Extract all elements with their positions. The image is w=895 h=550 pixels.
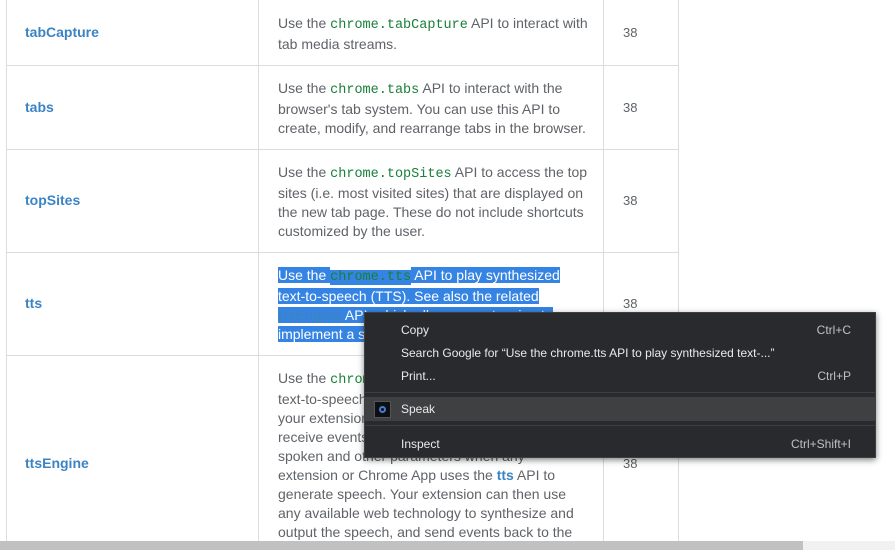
- menu-item-label: Copy: [401, 323, 430, 337]
- menu-separator: [365, 425, 875, 426]
- api-description: Use the chrome.tabs API to interact with…: [278, 80, 586, 136]
- menu-item-label: Speak: [401, 402, 436, 416]
- row-divider: [6, 252, 678, 253]
- menu-item-shortcut: Ctrl+Shift+I: [790, 437, 851, 451]
- api-description: Use the chrome.topSites API to access th…: [278, 164, 588, 239]
- horizontal-scrollbar[interactable]: [0, 541, 895, 550]
- api-version: 38: [623, 100, 638, 115]
- row-divider: [6, 149, 678, 150]
- ttsEngine-link[interactable]: ttsEngine: [278, 307, 342, 323]
- api-version: 38: [623, 193, 638, 208]
- api-version: 38: [623, 456, 638, 471]
- menu-item-label: Print...: [401, 369, 436, 383]
- menu-item-label: Inspect: [401, 437, 440, 451]
- menu-item-speak[interactable]: Speak: [365, 397, 875, 421]
- api-name-link[interactable]: topSites: [25, 192, 80, 208]
- menu-item-print[interactable]: Print... Ctrl+P: [365, 365, 875, 387]
- menu-item-shortcut: Ctrl+C: [816, 323, 851, 337]
- menu-item-label: Search Google for “Use the chrome.tts AP…: [401, 346, 775, 360]
- api-name-link[interactable]: tabs: [25, 99, 54, 115]
- api-description: Use the chrome.tabCapture API to interac…: [278, 15, 588, 52]
- api-version: 38: [623, 296, 638, 311]
- table-border-right: [678, 0, 679, 541]
- tts-link[interactable]: tts: [497, 467, 514, 483]
- row-divider: [6, 65, 678, 66]
- menu-item-copy[interactable]: Copy Ctrl+C: [365, 319, 875, 341]
- speak-extension-icon: [374, 401, 391, 418]
- menu-separator: [365, 392, 875, 393]
- table-border-left: [6, 0, 7, 541]
- table-border-col2: [258, 0, 259, 541]
- api-version: 38: [623, 25, 638, 40]
- menu-item-inspect[interactable]: Inspect Ctrl+Shift+I: [365, 433, 875, 455]
- api-name-link[interactable]: ttsEngine: [25, 455, 89, 471]
- api-name-link[interactable]: tabCapture: [25, 24, 99, 40]
- context-menu: Copy Ctrl+C Search Google for “Use the c…: [364, 312, 876, 458]
- table-border-col3: [603, 0, 604, 541]
- api-name-link[interactable]: tts: [25, 295, 42, 311]
- scrollbar-thumb[interactable]: [0, 541, 803, 550]
- menu-item-search-google[interactable]: Search Google for “Use the chrome.tts AP…: [365, 342, 875, 364]
- menu-item-shortcut: Ctrl+P: [817, 369, 851, 383]
